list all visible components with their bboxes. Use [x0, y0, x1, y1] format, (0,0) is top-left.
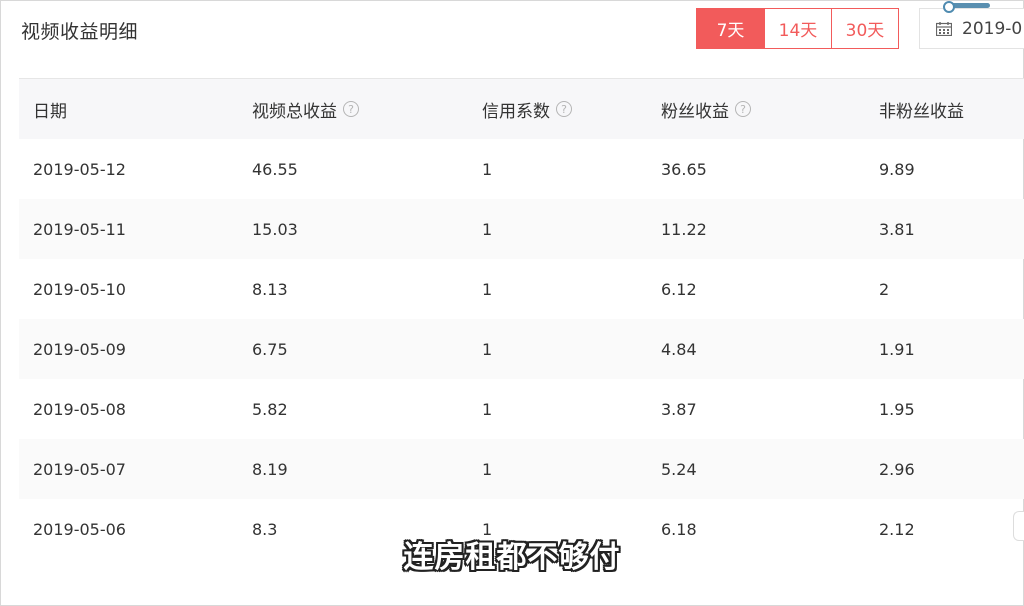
date-range-selector: 7天 14天 30天	[696, 8, 899, 49]
cell-fan: 6.12	[661, 279, 697, 299]
page-title: 视频收益明细	[21, 21, 139, 43]
range-30-days-button[interactable]: 30天	[831, 9, 898, 48]
cell-credit: 1	[482, 279, 493, 299]
earnings-panel: 视频收益明细 7天 14天 30天 2019-0 日期 视频总收益? 信用系数?…	[0, 0, 1024, 606]
table-row: 2019-05-12 46.55 1 36.65 9.89	[19, 139, 1024, 199]
help-icon[interactable]: ?	[343, 101, 359, 117]
cell-total: 15.03	[252, 219, 298, 239]
cell-credit: 1	[482, 399, 493, 419]
date-picker-value: 2019-0	[962, 18, 1023, 39]
table-row: 2019-05-10 8.13 1 6.12 2	[19, 259, 1024, 319]
header-credit-coefficient: 信用系数?	[482, 97, 572, 122]
cell-total: 5.82	[252, 399, 288, 419]
range-14-days-button[interactable]: 14天	[764, 9, 831, 48]
cell-date: 2019-05-10	[33, 279, 126, 299]
cell-fan: 4.84	[661, 339, 697, 359]
cell-fan: 3.87	[661, 399, 697, 419]
help-icon[interactable]: ?	[556, 101, 572, 117]
table-row: 2019-05-07 8.19 1 5.24 2.96	[19, 439, 1024, 499]
cell-credit: 1	[482, 339, 493, 359]
cell-date: 2019-05-11	[33, 219, 126, 239]
cell-total: 8.13	[252, 279, 288, 299]
cell-fan: 5.24	[661, 459, 697, 479]
table-row: 2019-05-11 15.03 1 11.22 3.81	[19, 199, 1024, 259]
date-picker[interactable]: 2019-0	[919, 8, 1024, 49]
help-icon[interactable]: ?	[735, 101, 751, 117]
cell-non-fan: 9.89	[879, 159, 915, 179]
cell-date: 2019-05-08	[33, 399, 126, 419]
cell-credit: 1	[482, 459, 493, 479]
cell-non-fan: 1.91	[879, 339, 915, 359]
header-non-fan-earnings: 非粉丝收益	[879, 101, 964, 122]
cell-date: 2019-05-12	[33, 159, 126, 179]
header-date: 日期	[33, 101, 67, 122]
cell-date: 2019-05-09	[33, 339, 126, 359]
range-7-days-button[interactable]: 7天	[697, 9, 764, 48]
cell-total: 8.19	[252, 459, 288, 479]
cell-non-fan: 1.95	[879, 399, 915, 419]
header-total-earnings: 视频总收益?	[252, 97, 359, 122]
cell-non-fan: 2.96	[879, 459, 915, 479]
cell-non-fan: 2	[879, 279, 890, 299]
cell-date: 2019-05-07	[33, 459, 126, 479]
cell-credit: 1	[482, 219, 493, 239]
cell-total: 46.55	[252, 159, 298, 179]
table-header: 日期 视频总收益? 信用系数? 粉丝收益? 非粉丝收益	[19, 78, 1024, 139]
header-fan-earnings: 粉丝收益?	[661, 97, 751, 122]
table-row: 2019-05-08 5.82 1 3.87 1.95	[19, 379, 1024, 439]
slider-knob[interactable]	[943, 1, 955, 13]
video-subtitle-caption: 连房租都不够付	[403, 540, 621, 575]
cell-non-fan: 3.81	[879, 219, 915, 239]
earnings-table: 日期 视频总收益? 信用系数? 粉丝收益? 非粉丝收益 2019-05-12 4…	[19, 78, 1024, 559]
calendar-icon	[936, 21, 952, 36]
table-row: 2019-05-09 6.75 1 4.84 1.91	[19, 319, 1024, 379]
cell-fan: 11.22	[661, 219, 707, 239]
cell-fan: 36.65	[661, 159, 707, 179]
cell-total: 6.75	[252, 339, 288, 359]
cell-credit: 1	[482, 159, 493, 179]
